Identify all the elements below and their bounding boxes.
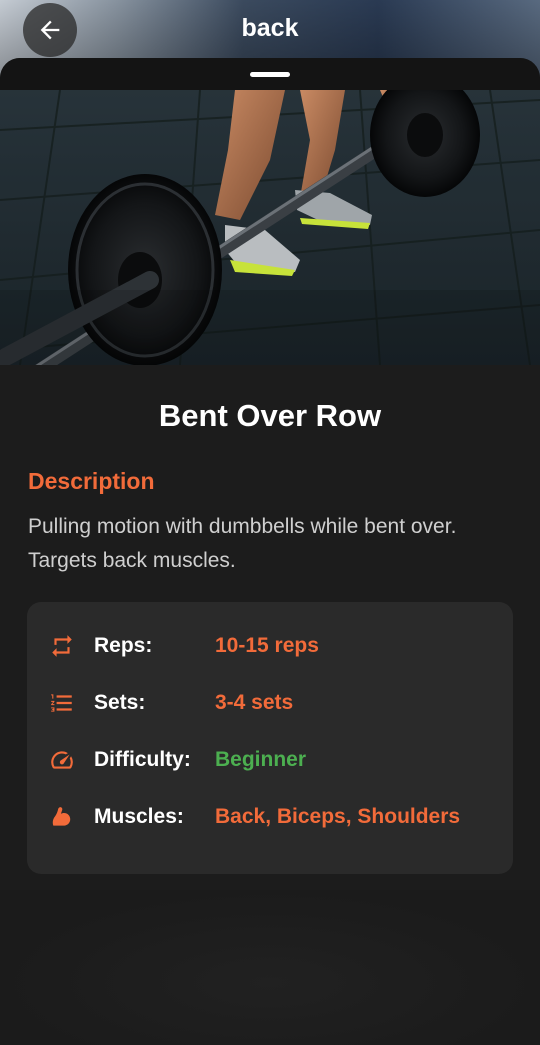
detail-value: 10-15 reps: [215, 634, 319, 657]
exercise-details-card: Reps: 10-15 reps Sets: 3-4 sets Difficul…: [27, 602, 513, 874]
exercise-title: Bent Over Row: [158, 398, 382, 433]
detail-row-sets: Sets: 3-4 sets: [27, 683, 513, 723]
drag-handle[interactable]: [250, 72, 290, 77]
detail-row-reps: Reps: 10-15 reps: [27, 626, 513, 666]
exercise-photo: [0, 90, 540, 365]
detail-value: Back, Biceps, Shoulders: [215, 805, 461, 828]
detail-label: Muscles:: [94, 805, 184, 828]
exercise-detail-screen: back Bent Over Row Description Pulling m…: [0, 0, 540, 1045]
detail-value: Beginner: [215, 748, 307, 771]
detail-row-muscles: Muscles: Back, Biceps, Shoulders: [27, 797, 513, 837]
detail-label: Difficulty:: [94, 748, 191, 771]
description-text: Pulling motion with dumbbells while bent…: [28, 515, 457, 572]
list-numbered-icon: [51, 694, 72, 712]
flexed-bicep-icon: [52, 807, 71, 826]
detail-row-difficulty: Difficulty: Beginner: [27, 740, 513, 780]
detail-label: Reps:: [94, 634, 153, 657]
detail-value: 3-4 sets: [215, 691, 294, 714]
detail-label: Sets:: [94, 691, 146, 714]
exercise-image: [0, 90, 540, 365]
speedometer-icon: [51, 751, 73, 769]
header-title[interactable]: back: [0, 14, 540, 43]
repeat-icon: [52, 635, 72, 657]
description-heading: Description: [28, 468, 155, 494]
bottom-area: [0, 890, 540, 1045]
